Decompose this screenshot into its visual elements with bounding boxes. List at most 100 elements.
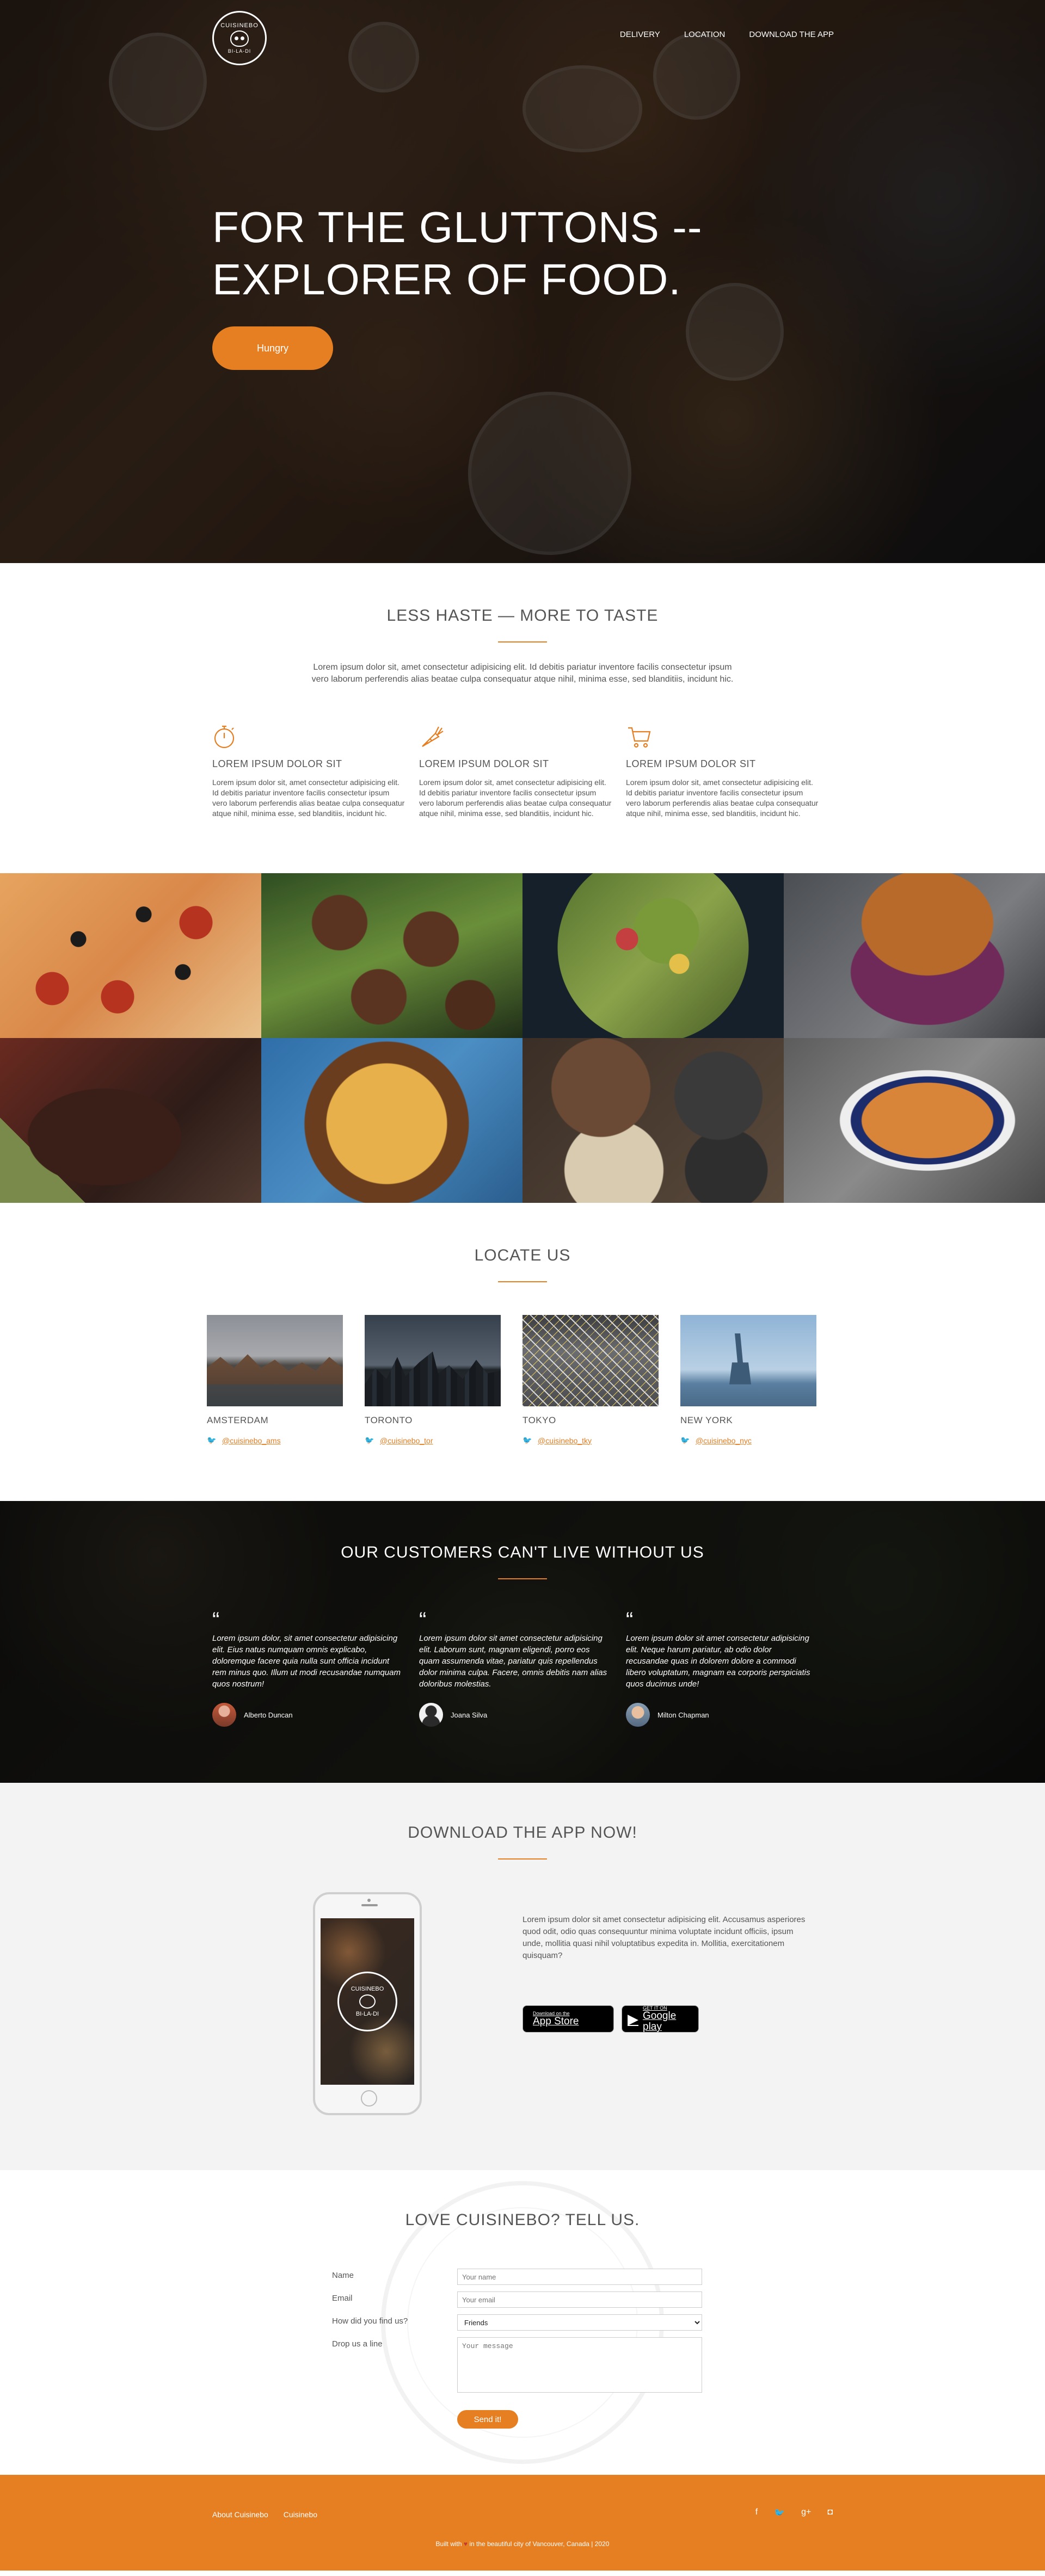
app-store-button[interactable]: Download on the App Store <box>522 2005 614 2033</box>
app-description: Lorem ipsum dolor sit amet consectetur a… <box>522 1892 806 2115</box>
contact-heading: LOVE CUISINEBO? TELL US. <box>405 2211 640 2229</box>
nav-location[interactable]: LOCATION <box>684 30 726 39</box>
city-list: AMSTERDAM 🐦 @cuisinebo_ams TORONTO 🐦 @cu… <box>207 1315 838 1445</box>
author-name: Alberto Duncan <box>244 1710 293 1719</box>
feature-list: LOREM IPSUM DOLOR SIT Lorem ipsum dolor … <box>212 724 833 819</box>
city-card: AMSTERDAM 🐦 @cuisinebo_ams <box>207 1315 343 1445</box>
cuisinebo-logo[interactable]: CUISINEBO BI-LA-DI <box>212 11 267 65</box>
author-name: Joana Silva <box>451 1710 488 1719</box>
app-section: DOWNLOAD THE APP NOW! CUISINEBO BI-LA-DI… <box>0 1783 1045 2170</box>
logo-text-top: CUISINEBO <box>220 22 259 29</box>
city-name: TORONTO <box>365 1415 413 1425</box>
instagram-icon[interactable]: ◘ <box>827 2507 833 2518</box>
google-play-big-text: Google play <box>643 2010 677 2033</box>
app-logo-text-top: CUISINEBO <box>351 1986 384 1992</box>
google-play-button[interactable]: ▶ GET IT ON Google play <box>622 2005 699 2033</box>
gallery-photo-salad <box>522 873 784 1038</box>
city-card: TORONTO 🐦 @cuisinebo_tor <box>365 1315 501 1445</box>
twitter-handle-link[interactable]: @cuisinebo_nyc <box>696 1436 752 1445</box>
feature-title: LOREM IPSUM DOLOR SIT <box>212 758 342 769</box>
cart-icon <box>626 724 833 752</box>
testimonial-author: Alberto Duncan <box>212 1703 403 1727</box>
nav-links: DELIVERY LOCATION DOWNLOAD THE APP <box>620 30 834 39</box>
google-play-text: GET IT ON Google play <box>643 2005 693 2033</box>
city-card: NEW YORK 🐦 @cuisinebo_nyc <box>680 1315 816 1445</box>
heading-divider <box>498 1858 547 1860</box>
footer: About Cuisinebo Cuisinebo f 🐦 g+ ◘ Built… <box>0 2475 1045 2571</box>
store-badges: Download on the App Store ▶ GET IT ON Go… <box>522 2005 806 2033</box>
feature-item: LOREM IPSUM DOLOR SIT Lorem ipsum dolor … <box>626 724 833 819</box>
home-button-icon <box>361 2090 377 2106</box>
locate-heading: LOCATE US <box>474 1246 571 1264</box>
heading-divider <box>498 1578 547 1579</box>
testimonials-heading: OUR CUSTOMERS CAN'T LIVE WITHOUT US <box>341 1543 704 1561</box>
testimonial: “ Lorem ipsum dolor sit amet consectetur… <box>626 1608 833 1727</box>
logo-text-bottom: BI-LA-DI <box>228 48 251 54</box>
form-row-email: Email <box>332 2291 713 2308</box>
form-row-name: Name <box>332 2269 713 2285</box>
twitter-handle-link[interactable]: @cuisinebo_tor <box>380 1436 433 1445</box>
footer-link-about[interactable]: About Cuisinebo <box>212 2510 268 2519</box>
gallery-photo-dumplings <box>522 1038 784 1203</box>
twitter-handle-link[interactable]: @cuisinebo_ams <box>222 1436 281 1445</box>
feature-text: Lorem ipsum dolor sit, amet consectetur … <box>212 778 405 818</box>
feature-item: LOREM IPSUM DOLOR SIT Lorem ipsum dolor … <box>212 724 419 819</box>
footer-link-cuisinebo[interactable]: Cuisinebo <box>284 2510 317 2519</box>
google-play-icon: ▶ <box>628 2011 638 2027</box>
app-logo-text-bottom: BI-LA-DI <box>355 2011 379 2017</box>
nav-download-app[interactable]: DOWNLOAD THE APP <box>749 30 834 39</box>
speaker-icon <box>361 1904 378 1906</box>
facebook-icon[interactable]: f <box>755 2507 758 2518</box>
quote-icon: “ <box>626 1608 634 1632</box>
city-card: TOKYO 🐦 @cuisinebo_tky <box>522 1315 659 1445</box>
quote-icon: “ <box>419 1608 427 1632</box>
twitter-icon: 🐦 <box>680 1436 690 1444</box>
find-us-select[interactable]: Friends <box>457 2314 702 2331</box>
city-twitter: 🐦 @cuisinebo_tor <box>365 1436 501 1445</box>
email-label: Email <box>332 2294 353 2303</box>
gallery-photo-steak <box>0 1038 261 1203</box>
features-section: LESS HASTE — MORE TO TASTE Lorem ipsum d… <box>0 563 1045 873</box>
form-row-message: Drop us a line <box>332 2337 713 2393</box>
hero-title: FOR THE GLUTTONS -- EXPLORER OF FOOD. <box>212 201 735 306</box>
app-logo: CUISINEBO BI-LA-DI <box>337 1972 397 2031</box>
gallery-photo-meatballs <box>261 873 522 1038</box>
city-twitter: 🐦 @cuisinebo_ams <box>207 1436 343 1445</box>
twitter-handle-link[interactable]: @cuisinebo_tky <box>538 1436 592 1445</box>
gallery-photo-pizza <box>0 873 261 1038</box>
send-button[interactable]: Send it! <box>457 2410 518 2429</box>
avatar <box>212 1703 236 1727</box>
heading-divider <box>498 641 547 643</box>
city-name: TOKYO <box>522 1415 556 1425</box>
message-textarea[interactable] <box>457 2337 702 2393</box>
feature-item: LOREM IPSUM DOLOR SIT Lorem ipsum dolor … <box>419 724 626 819</box>
contact-form: Name Email How did you find us? Friends … <box>332 2269 713 2429</box>
locate-section: LOCATE US AMSTERDAM 🐦 @cuisinebo_ams TOR… <box>0 1203 1045 1501</box>
form-row-find: How did you find us? Friends <box>332 2314 713 2331</box>
hungry-button[interactable]: Hungry <box>212 326 333 370</box>
food-gallery <box>0 873 1045 1203</box>
nav-delivery[interactable]: DELIVERY <box>620 30 660 39</box>
message-label: Drop us a line <box>332 2339 383 2349</box>
twitter-icon[interactable]: 🐦 <box>774 2507 785 2518</box>
author-name: Milton Chapman <box>657 1710 709 1719</box>
app-content: CUISINEBO BI-LA-DI Lorem ipsum dolor sit… <box>212 1892 833 2115</box>
email-input[interactable] <box>457 2291 702 2308</box>
city-photo-tokyo <box>522 1315 659 1406</box>
logo-face-icon <box>230 30 249 47</box>
features-intro: Lorem ipsum dolor sit, amet consectetur … <box>311 663 734 684</box>
testimonial: “ Lorem ipsum dolor, sit amet consectetu… <box>212 1609 419 1727</box>
app-text: Lorem ipsum dolor sit amet consectetur a… <box>522 1915 806 1960</box>
copyright: Built with ♥ in the beautiful city of Va… <box>0 2540 1045 2548</box>
app-store-text: Download on the App Store <box>533 2011 579 2027</box>
hero-content: FOR THE GLUTTONS -- EXPLORER OF FOOD. Hu… <box>212 201 735 370</box>
testimonial-text: Lorem ipsum dolor sit amet consectetur a… <box>419 1634 607 1689</box>
name-input[interactable] <box>457 2269 702 2285</box>
hero-section: CUISINEBO BI-LA-DI DELIVERY LOCATION DOW… <box>0 0 1045 563</box>
feature-text: Lorem ipsum dolor sit, amet consectetur … <box>626 778 819 818</box>
social-links: f 🐦 g+ ◘ <box>755 2507 833 2518</box>
google-plus-icon[interactable]: g+ <box>801 2507 811 2518</box>
testimonial-author: Milton Chapman <box>626 1703 816 1727</box>
avatar <box>626 1703 650 1727</box>
app-heading: DOWNLOAD THE APP NOW! <box>408 1824 637 1842</box>
